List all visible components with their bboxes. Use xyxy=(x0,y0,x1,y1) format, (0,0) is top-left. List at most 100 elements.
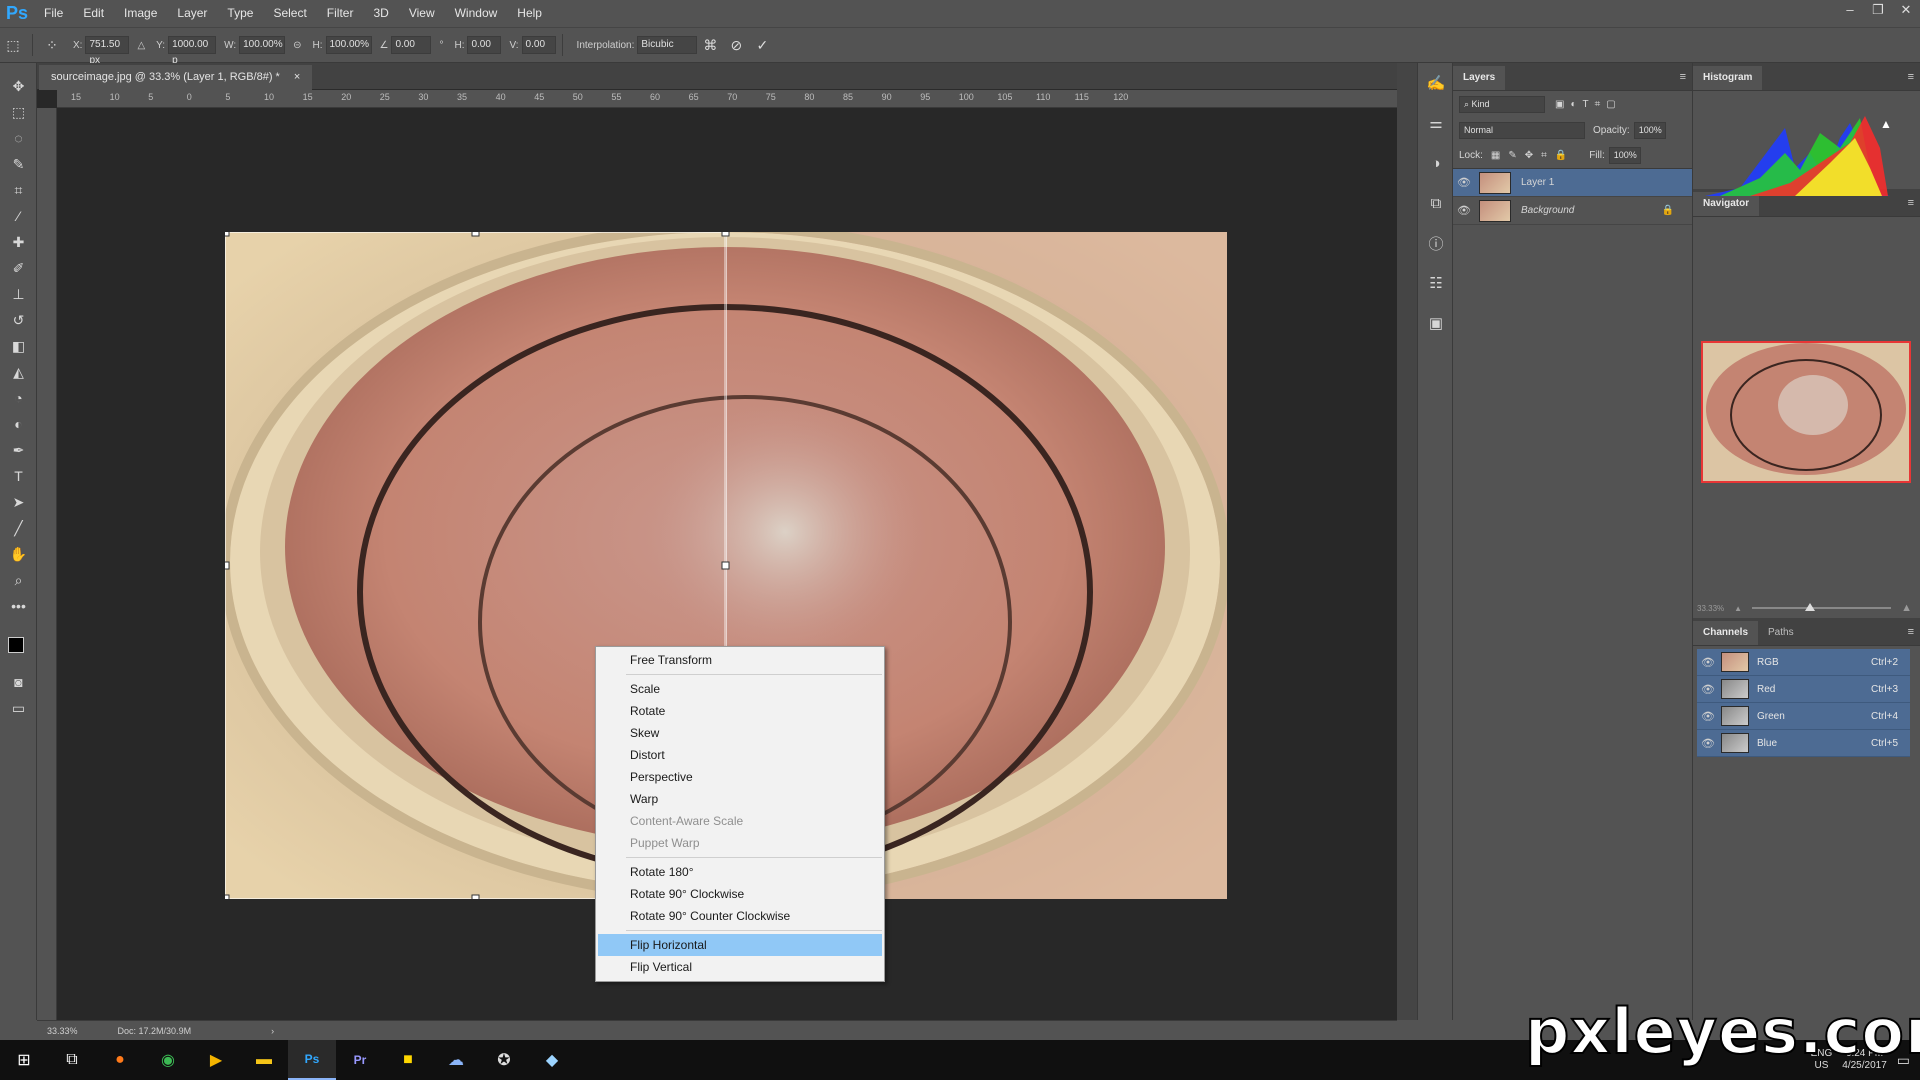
color-panel-icon[interactable]: ◑ xyxy=(1418,143,1454,183)
restore-button[interactable]: ❐ xyxy=(1864,0,1892,22)
menu-item-rotate-90-counter-clockwise[interactable]: Rotate 90° Counter Clockwise xyxy=(596,905,884,927)
navigator-preview[interactable] xyxy=(1701,341,1911,483)
media-player-icon[interactable]: ▶ xyxy=(192,1040,240,1080)
document-tab[interactable]: sourceimage.jpg @ 33.3% (Layer 1, RGB/8#… xyxy=(39,65,313,90)
menu-item-flip-vertical[interactable]: Flip Vertical xyxy=(596,956,884,978)
start-button-icon[interactable]: ⊞ xyxy=(0,1040,48,1080)
cancel-transform-icon[interactable]: ⊘ xyxy=(726,35,746,55)
brush-tool-icon[interactable]: ✐ xyxy=(0,255,37,281)
screen-mode-icon[interactable]: ▭ xyxy=(0,695,37,721)
menu-file[interactable]: File xyxy=(34,0,73,27)
dodge-tool-icon[interactable]: ◐ xyxy=(0,411,37,437)
y-field[interactable]: 1000.00 p xyxy=(168,36,217,66)
history-brush-icon[interactable]: ↺ xyxy=(0,307,37,333)
layer-row-background[interactable]: 👁 Background 🔒 xyxy=(1453,197,1692,225)
menu-layer[interactable]: Layer xyxy=(167,0,217,27)
kind-select[interactable]: ⌕ Kind xyxy=(1459,95,1545,113)
layer-name[interactable]: Layer 1 xyxy=(1521,177,1554,188)
menu-item-scale[interactable]: Scale xyxy=(596,678,884,700)
move-tool-icon[interactable]: ✥ xyxy=(0,73,37,99)
visibility-eye-icon[interactable]: 👁 xyxy=(1697,710,1719,723)
vskew-field[interactable]: 0.00 xyxy=(521,36,556,54)
task-view-icon[interactable]: ⧉ xyxy=(48,1040,96,1080)
visibility-eye-icon[interactable]: 👁 xyxy=(1453,176,1475,189)
eraser-tool-icon[interactable]: ◧ xyxy=(0,333,37,359)
delta-icon[interactable]: △ xyxy=(137,40,145,51)
menu-item-flip-horizontal[interactable]: Flip Horizontal xyxy=(598,934,882,956)
menu-edit[interactable]: Edit xyxy=(73,0,114,27)
eyedropper-tool-icon[interactable]: ⁄ xyxy=(0,203,37,229)
menu-view[interactable]: View xyxy=(399,0,445,27)
interpolation-select[interactable]: Bicubic xyxy=(637,36,698,54)
menu-window[interactable]: Window xyxy=(445,0,508,27)
minimize-button[interactable]: – xyxy=(1836,0,1864,22)
zoom-tool-icon[interactable]: ⌕ xyxy=(0,567,37,593)
photoshop-taskbar-icon[interactable]: Ps xyxy=(288,1040,336,1080)
filter-icons[interactable]: ▣◐T⌗▢ xyxy=(1555,99,1622,110)
blur-tool-icon[interactable]: ◔ xyxy=(0,385,37,411)
quick-mask-icon[interactable]: ◙ xyxy=(0,669,37,695)
stamp-tool-icon[interactable]: ⊥ xyxy=(0,281,37,307)
hskew-field[interactable]: 0.00 xyxy=(467,36,502,54)
visibility-eye-icon[interactable]: 👁 xyxy=(1697,737,1719,750)
file-explorer-icon[interactable]: ▬ xyxy=(240,1040,288,1080)
link-icon[interactable]: ⊝ xyxy=(293,40,301,51)
zoom-level[interactable]: 33.33% xyxy=(47,1026,78,1036)
channel-row-rgb[interactable]: 👁 RGB Ctrl+2 xyxy=(1697,649,1910,676)
menu-image[interactable]: Image xyxy=(114,0,167,27)
tab-channels[interactable]: Channels xyxy=(1693,621,1759,645)
opacity-field[interactable]: 100% xyxy=(1633,121,1666,139)
onedrive-icon[interactable]: ☁ xyxy=(432,1040,480,1080)
panel-menu-icon[interactable]: ≡ xyxy=(1908,71,1914,83)
channel-row-blue[interactable]: 👁 Blue Ctrl+5 xyxy=(1697,730,1910,757)
healing-brush-icon[interactable]: ✚ xyxy=(0,229,37,255)
color-swatches[interactable] xyxy=(0,619,36,669)
libraries-panel-icon[interactable]: ▣ xyxy=(1418,303,1454,343)
status-arrow[interactable]: › xyxy=(271,1026,274,1036)
panel-menu-icon[interactable]: ≡ xyxy=(1680,71,1686,83)
h-field[interactable]: 100.00% xyxy=(325,36,372,54)
menu-item-warp[interactable]: Warp xyxy=(596,788,884,810)
channel-row-red[interactable]: 👁 Red Ctrl+3 xyxy=(1697,676,1910,703)
panel-menu-icon[interactable]: ≡ xyxy=(1908,197,1914,209)
visibility-eye-icon[interactable]: 👁 xyxy=(1697,656,1719,669)
navigator-zoom[interactable]: 33.33% xyxy=(1697,604,1724,613)
properties-panel-icon[interactable]: ☷ xyxy=(1418,263,1454,303)
blend-mode-select[interactable]: Normal xyxy=(1459,121,1585,139)
firefox-icon[interactable]: ● xyxy=(96,1040,144,1080)
foreground-color[interactable] xyxy=(8,637,24,653)
brush-panel-icon[interactable]: ✍ xyxy=(1418,63,1454,103)
lasso-tool-icon[interactable]: ◌ xyxy=(0,125,37,151)
info-panel-icon[interactable]: ⓘ xyxy=(1418,223,1454,263)
hand-tool-icon[interactable]: ✋ xyxy=(0,541,37,567)
w-field[interactable]: 100.00% xyxy=(239,36,286,54)
menu-item-distort[interactable]: Distort xyxy=(596,744,884,766)
zoom-in-icon[interactable]: ▲ xyxy=(1901,602,1912,614)
premiere-taskbar-icon[interactable]: Pr xyxy=(336,1040,384,1080)
adjustments-panel-icon[interactable]: ⚌ xyxy=(1418,103,1454,143)
menu-item-skew[interactable]: Skew xyxy=(596,722,884,744)
quick-select-tool-icon[interactable]: ✎ xyxy=(0,151,37,177)
clone-source-icon[interactable]: ⧉ xyxy=(1418,183,1454,223)
layer-row-layer-1[interactable]: 👁 Layer 1 xyxy=(1453,169,1692,197)
chrome-icon[interactable]: ◉ xyxy=(144,1040,192,1080)
crop-tool-icon[interactable]: ⌗ xyxy=(0,177,37,203)
warp-mode-icon[interactable]: ⌘ xyxy=(700,35,720,55)
marquee-tool-icon[interactable]: ⬚ xyxy=(0,99,37,125)
close-tab-icon[interactable]: × xyxy=(294,65,300,90)
menu-item-perspective[interactable]: Perspective xyxy=(596,766,884,788)
visibility-eye-icon[interactable]: 👁 xyxy=(1453,204,1475,217)
reference-point-icon[interactable]: ⁘ xyxy=(42,35,62,55)
tab-paths[interactable]: Paths xyxy=(1758,621,1804,645)
fill-field[interactable]: 100% xyxy=(1608,147,1641,164)
line-tool-icon[interactable]: ╱ xyxy=(0,515,37,541)
menu-item-rotate-90-clockwise[interactable]: Rotate 90° Clockwise xyxy=(596,883,884,905)
more-tools-icon[interactable]: ••• xyxy=(0,593,37,619)
x-field[interactable]: 751.50 px xyxy=(85,36,130,66)
menu-item-rotate[interactable]: Rotate xyxy=(596,700,884,722)
type-tool-icon[interactable]: T xyxy=(0,463,37,489)
zoom-out-icon[interactable]: ▲ xyxy=(1734,604,1742,613)
panel-collapse-bar[interactable] xyxy=(1397,63,1417,1020)
sticky-notes-icon[interactable]: ■ xyxy=(384,1040,432,1080)
paint-app-icon[interactable]: ✪ xyxy=(480,1040,528,1080)
